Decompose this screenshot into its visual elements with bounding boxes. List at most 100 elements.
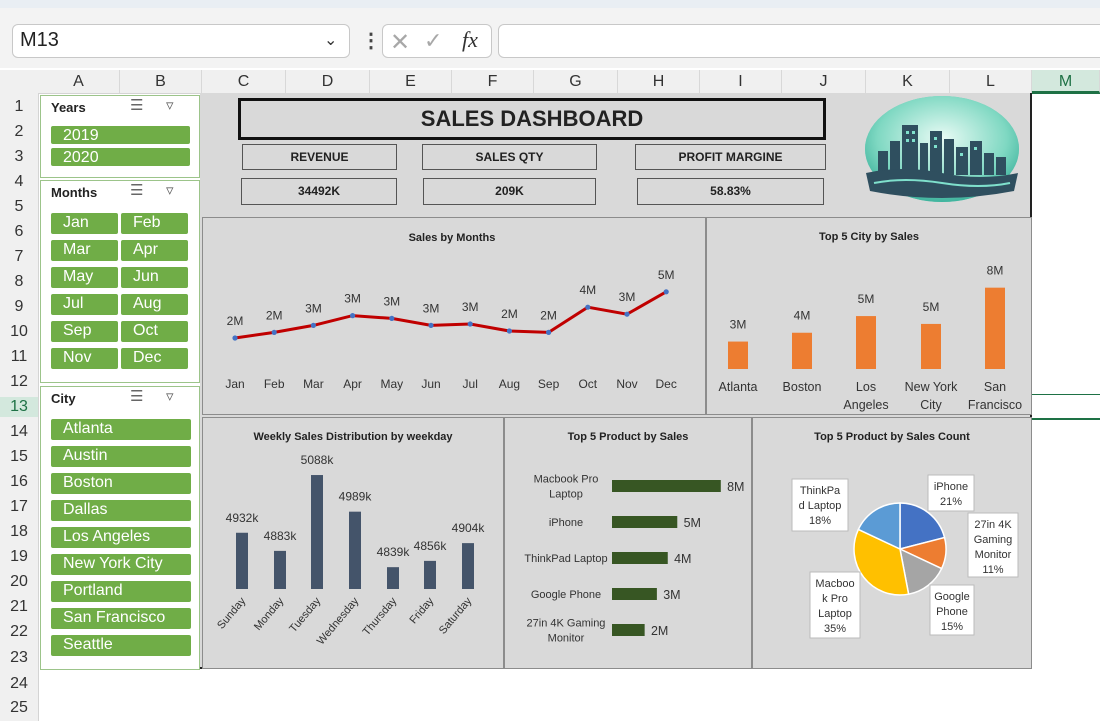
row-header-7[interactable]: 7	[0, 247, 38, 267]
line-point	[663, 289, 669, 295]
weekday-bar	[387, 567, 399, 589]
insert-function-icon[interactable]: fx	[462, 27, 478, 53]
row-header-24[interactable]: 24	[0, 674, 38, 694]
data-label: 2M	[501, 307, 518, 321]
row-header-12[interactable]: 12	[0, 372, 38, 392]
city-bar	[856, 316, 876, 369]
column-header-A[interactable]: A	[38, 70, 120, 93]
slicer-item-portland[interactable]: Portland	[51, 581, 191, 602]
line-point	[350, 313, 356, 319]
data-label: 2M	[266, 308, 283, 322]
x-tick-label: Boston	[783, 380, 822, 394]
row-header-23[interactable]: 23	[0, 648, 38, 668]
y-tick-label: iPhone	[549, 517, 583, 529]
pie-data-label: Phone	[936, 606, 968, 618]
data-label: 8M	[987, 264, 1004, 278]
row-header-17[interactable]: 17	[0, 497, 38, 517]
slicer-item-mar[interactable]: Mar	[51, 240, 118, 261]
more-options-icon[interactable]: ⋮	[361, 28, 381, 53]
slicer-item-may[interactable]: May	[51, 267, 118, 288]
enter-check-icon[interactable]: ✓	[424, 28, 442, 54]
pie-data-label: Gaming	[974, 534, 1013, 546]
slicer-item-feb[interactable]: Feb	[121, 213, 188, 234]
row-header-1[interactable]: 1	[0, 97, 38, 117]
slicer-item-new-york-city[interactable]: New York City	[51, 554, 191, 575]
column-header-C[interactable]: C	[202, 70, 286, 93]
clear-filter-icon[interactable]: ▿	[166, 181, 174, 199]
column-header-B[interactable]: B	[120, 70, 202, 93]
slicer-item-austin[interactable]: Austin	[51, 446, 191, 467]
weekday-bar	[424, 560, 436, 589]
city-bar	[921, 323, 941, 369]
row-header-22[interactable]: 22	[0, 622, 38, 642]
slicer-item-sep[interactable]: Sep	[51, 321, 118, 342]
x-tick-label: Sep	[538, 377, 560, 391]
chevron-down-icon[interactable]: ⌄	[324, 30, 337, 50]
row-header-20[interactable]: 20	[0, 572, 38, 592]
slicer-item-seattle[interactable]: Seattle	[51, 635, 191, 656]
row-header-2[interactable]: 2	[0, 122, 38, 142]
x-tick-label: Los	[856, 380, 876, 394]
slicer-item-san-francisco[interactable]: San Francisco	[51, 608, 191, 629]
row-header-4[interactable]: 4	[0, 172, 38, 192]
clear-filter-icon[interactable]: ▿	[166, 96, 174, 114]
slicer-item-oct[interactable]: Oct	[121, 321, 188, 342]
slicer-item-jun[interactable]: Jun	[121, 267, 188, 288]
column-header-K[interactable]: K	[866, 70, 950, 93]
slicer-item-dallas[interactable]: Dallas	[51, 500, 191, 521]
weekday-bar	[311, 475, 323, 589]
slicer-item-nov[interactable]: Nov	[51, 348, 118, 369]
data-label: 4989k	[339, 490, 373, 504]
clear-filter-icon[interactable]: ▿	[166, 387, 174, 405]
multi-select-icon[interactable]: ☰	[130, 387, 143, 405]
x-tick-label: Francisco	[968, 398, 1022, 412]
name-box[interactable]	[12, 24, 350, 58]
multi-select-icon[interactable]: ☰	[130, 181, 143, 199]
column-header-M[interactable]: M	[1032, 70, 1100, 93]
x-tick-label: Jun	[421, 377, 440, 391]
row-header-19[interactable]: 19	[0, 547, 38, 567]
line-point	[585, 304, 591, 310]
slicer-item-2020[interactable]: 2020	[51, 148, 190, 166]
row-header-18[interactable]: 18	[0, 522, 38, 542]
column-header-F[interactable]: F	[452, 70, 534, 93]
column-header-D[interactable]: D	[286, 70, 370, 93]
row-header-21[interactable]: 21	[0, 597, 38, 617]
kpi-revenue-value: 34492K	[241, 178, 397, 205]
column-header-E[interactable]: E	[370, 70, 452, 93]
slicer-item-aug[interactable]: Aug	[121, 294, 188, 315]
slicer-item-atlanta[interactable]: Atlanta	[51, 419, 191, 440]
row-header-3[interactable]: 3	[0, 147, 38, 167]
row-header-10[interactable]: 10	[0, 322, 38, 342]
column-header-J[interactable]: J	[782, 70, 866, 93]
row-header-8[interactable]: 8	[0, 272, 38, 292]
row-header-25[interactable]: 25	[0, 698, 38, 718]
slicer-item-jan[interactable]: Jan	[51, 213, 118, 234]
slicer-item-apr[interactable]: Apr	[121, 240, 188, 261]
multi-select-icon[interactable]: ☰	[130, 96, 143, 114]
row-header-9[interactable]: 9	[0, 297, 38, 317]
slicer-item-2019[interactable]: 2019	[51, 126, 190, 144]
kpi-profit-margin-label: PROFIT MARGINE	[635, 144, 826, 170]
x-tick-label: Nov	[616, 377, 637, 391]
row-header-6[interactable]: 6	[0, 222, 38, 242]
formula-input[interactable]	[498, 24, 1100, 58]
data-label: 5088k	[301, 453, 335, 467]
column-header-H[interactable]: H	[618, 70, 700, 93]
weekday-bar	[236, 532, 248, 589]
column-header-I[interactable]: I	[700, 70, 782, 93]
slicer-item-jul[interactable]: Jul	[51, 294, 118, 315]
x-tick-label: Sunday	[215, 595, 248, 632]
row-header-14[interactable]: 14	[0, 422, 38, 442]
row-header-11[interactable]: 11	[0, 347, 38, 367]
row-header-15[interactable]: 15	[0, 447, 38, 467]
slicer-item-dec[interactable]: Dec	[121, 348, 188, 369]
slicer-item-los-angeles[interactable]: Los Angeles	[51, 527, 191, 548]
column-header-L[interactable]: L	[950, 70, 1032, 93]
row-header-16[interactable]: 16	[0, 472, 38, 492]
column-header-G[interactable]: G	[534, 70, 618, 93]
row-header-5[interactable]: 5	[0, 197, 38, 217]
cancel-icon[interactable]: ✕	[390, 28, 410, 57]
slicer-item-boston[interactable]: Boston	[51, 473, 191, 494]
data-label: 4883k	[264, 529, 298, 543]
